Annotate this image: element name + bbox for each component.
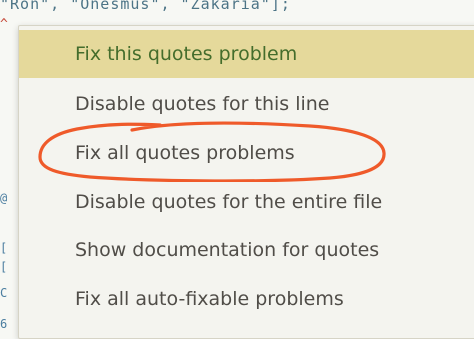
gutter-marker-4: [ xyxy=(0,260,8,274)
menu-item-fix-this-quotes-problem[interactable]: Fix this quotes problem xyxy=(19,30,474,78)
menu-item-fix-all-quotes-problems[interactable]: Fix all quotes problems xyxy=(19,129,474,177)
gutter-marker-2: @ xyxy=(0,191,8,205)
quick-fix-menu[interactable]: Fix this quotes problem Disable quotes f… xyxy=(18,25,474,339)
menu-item-fix-all-auto-fixable-problems[interactable]: Fix all auto-fixable problems xyxy=(19,275,474,323)
gutter-marker-5: C xyxy=(0,286,8,300)
menu-item-show-documentation-for-quotes[interactable]: Show documentation for quotes xyxy=(19,226,474,274)
gutter-marker-1: ^ xyxy=(0,17,8,32)
editor-screenshot: "Ron", "Onesmus", "Zakaria"]; ^ @ [ [ C … xyxy=(0,0,474,339)
gutter-marker-6: 6 xyxy=(0,317,8,331)
menu-item-disable-quotes-for-this-line[interactable]: Disable quotes for this line xyxy=(19,80,474,128)
gutter-marker-3: [ xyxy=(0,241,8,255)
menu-item-disable-quotes-entire-file[interactable]: Disable quotes for the entire file xyxy=(19,178,474,226)
editor-code-line: "Ron", "Onesmus", "Zakaria"]; xyxy=(0,0,291,13)
